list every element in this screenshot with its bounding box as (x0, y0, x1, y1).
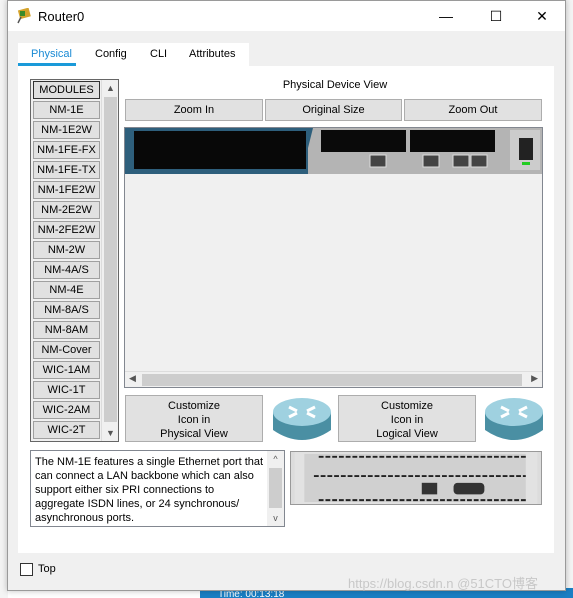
module-item[interactable]: NM-4A/S (33, 261, 100, 279)
module-description[interactable]: The NM-1E features a single Ethernet por… (30, 450, 285, 527)
tab-cli[interactable]: CLI (150, 48, 167, 60)
module-item[interactable]: NM-2FE2W (33, 221, 100, 239)
scroll-down-icon[interactable]: ▼ (102, 425, 119, 441)
router-icon-logical (485, 398, 543, 440)
module-item[interactable]: WIC-2T (33, 421, 100, 439)
modules-scrollbar[interactable]: ▲ ▼ (101, 80, 118, 441)
description-scrollbar[interactable]: ^ v (267, 451, 284, 526)
background-app-right (565, 0, 573, 598)
module-image (290, 451, 542, 505)
module-item[interactable]: NM-8AM (33, 321, 100, 339)
scroll-up-icon[interactable]: ^ (267, 451, 284, 467)
module-item[interactable]: NM-8A/S (33, 301, 100, 319)
watermark: https://blog.csdn.n @51CTO博客 (348, 576, 538, 591)
module-item[interactable]: NM-1E2W (33, 121, 100, 139)
scroll-left-icon[interactable]: ◀ (129, 373, 136, 384)
device-view: ◀ ▶ (124, 127, 543, 388)
close-button[interactable]: ✕ (519, 1, 565, 31)
top-checkbox[interactable] (20, 563, 33, 576)
module-item[interactable]: NM-1FE-FX (33, 141, 100, 159)
description-text: The NM-1E features a single Ethernet por… (35, 456, 264, 524)
maximize-button[interactable]: ☐ (473, 1, 519, 31)
scroll-down-icon[interactable]: v (267, 510, 284, 526)
scroll-right-icon[interactable]: ▶ (531, 373, 538, 384)
modules-header: MODULES (33, 81, 100, 99)
module-item[interactable]: WIC-1T (33, 381, 100, 399)
zoom-out-button[interactable]: Zoom Out (404, 99, 542, 121)
scroll-thumb[interactable] (104, 97, 117, 422)
router-window: Router0 — ☐ ✕ Physical Config CLI Attrib… (7, 0, 566, 591)
module-item[interactable]: NM-2E2W (33, 201, 100, 219)
module-item[interactable]: WIC-2AM (33, 401, 100, 419)
title-bar[interactable]: Router0 — ☐ ✕ (8, 1, 565, 31)
module-item[interactable]: NM-1E (33, 101, 100, 119)
minimize-button[interactable]: — (423, 1, 469, 31)
customize-logical-icon-button[interactable]: Customize Icon in Logical View (338, 395, 476, 442)
original-size-button[interactable]: Original Size (265, 99, 402, 121)
zoom-in-button[interactable]: Zoom In (125, 99, 263, 121)
customize-physical-icon-button[interactable]: Customize Icon in Physical View (125, 395, 263, 442)
module-item[interactable]: NM-2W (33, 241, 100, 259)
scroll-thumb[interactable] (269, 468, 282, 508)
tab-physical[interactable]: Physical (31, 48, 72, 60)
top-checkbox-label: Top (38, 563, 56, 575)
physical-device-view-label: Physical Device View (282, 79, 388, 91)
hscroll-thumb[interactable] (142, 374, 522, 386)
scroll-up-icon[interactable]: ▲ (102, 80, 119, 96)
tab-bar: Physical Config CLI Attributes (18, 43, 249, 66)
tab-config[interactable]: Config (95, 48, 127, 60)
tab-attributes[interactable]: Attributes (189, 48, 235, 60)
physical-panel: MODULES NM-1E NM-1E2W NM-1FE-FX NM-1FE-TX NM… (18, 66, 554, 553)
router-chassis-image[interactable] (125, 128, 542, 174)
module-item[interactable]: NM-1FE-TX (33, 161, 100, 179)
module-item[interactable]: NM-1FE2W (33, 181, 100, 199)
modules-list: MODULES NM-1E NM-1E2W NM-1FE-FX NM-1FE-TX NM… (30, 79, 119, 442)
module-item[interactable]: NM-4E (33, 281, 100, 299)
router-icon-physical (273, 398, 331, 440)
module-item[interactable]: NM-Cover (33, 341, 100, 359)
module-item[interactable]: WIC-1AM (33, 361, 100, 379)
router-app-icon (17, 8, 31, 24)
window-title: Router0 (38, 9, 85, 24)
device-view-hscrollbar[interactable]: ◀ ▶ (125, 371, 542, 387)
